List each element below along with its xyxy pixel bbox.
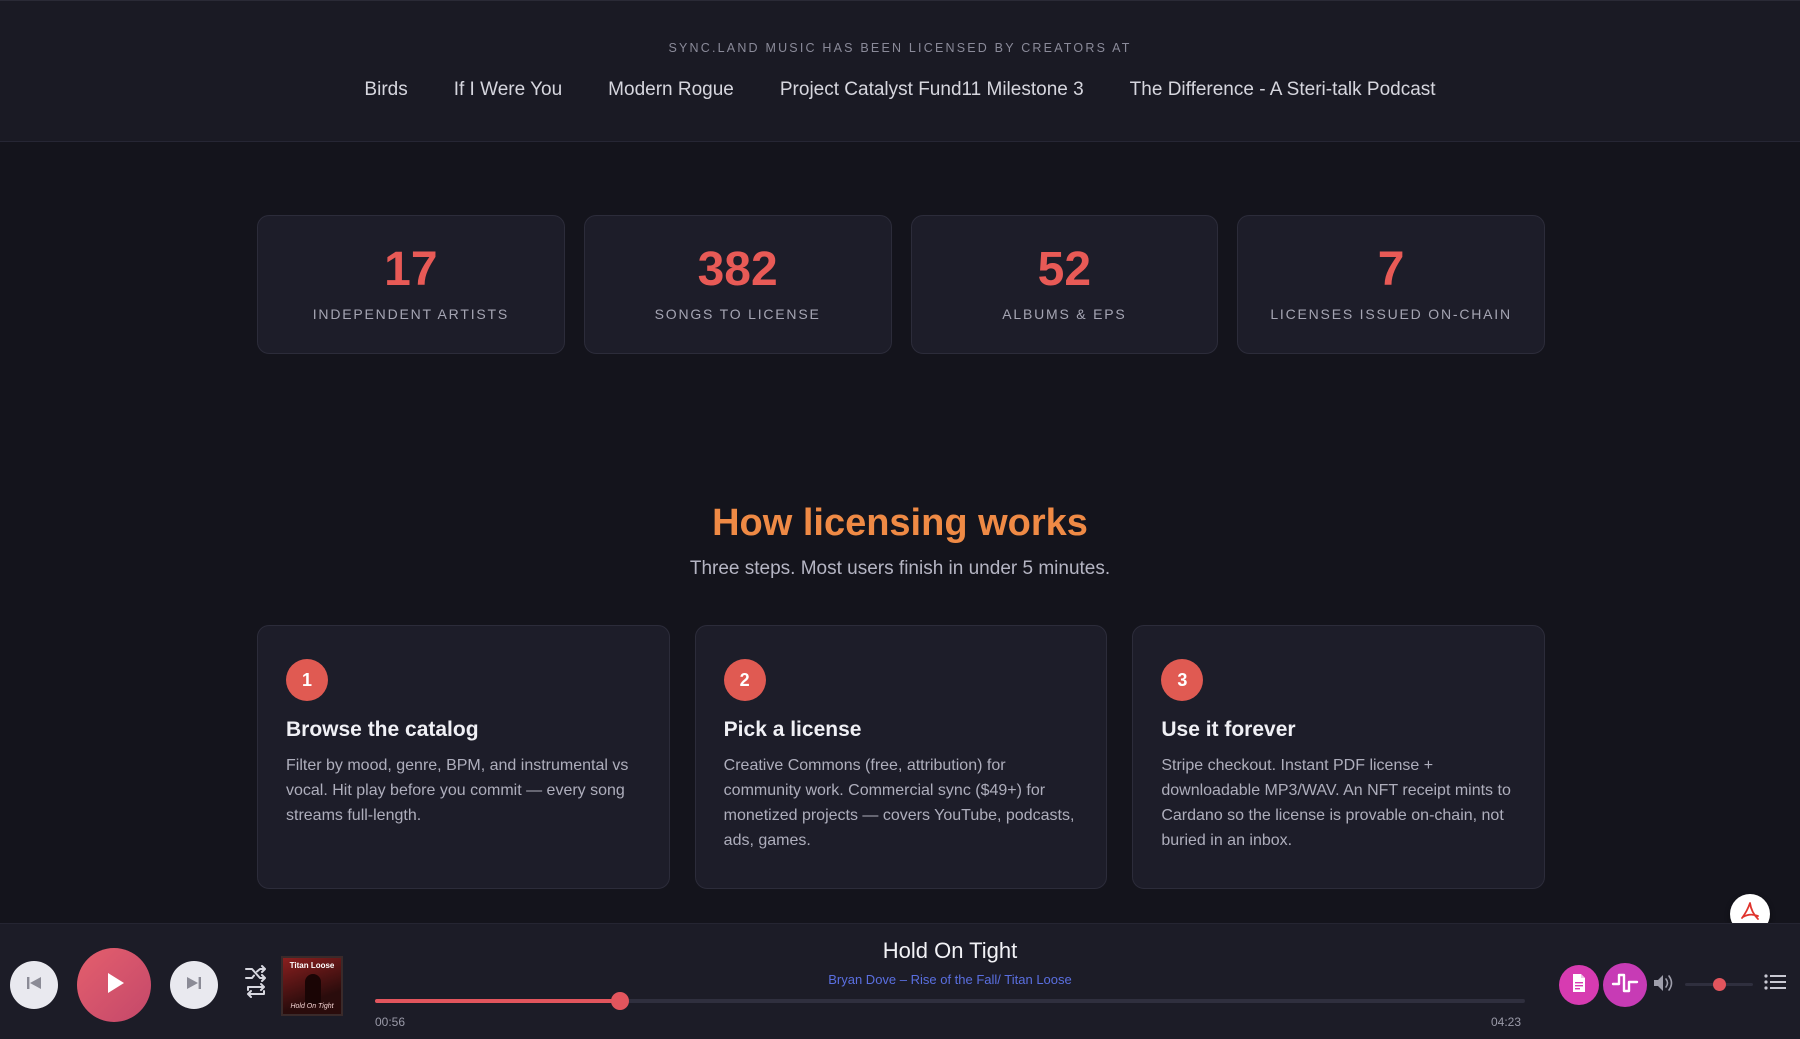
queue-list-icon <box>1763 971 1787 998</box>
previous-track-button[interactable] <box>10 961 58 1009</box>
cover-figure <box>305 974 321 1004</box>
stat-card-artists: 17 INDEPENDENT ARTISTS <box>257 215 565 354</box>
licensed-by-item[interactable]: Birds <box>364 79 407 101</box>
shuffle-repeat-icon <box>243 964 269 1005</box>
document-icon <box>1570 973 1588 998</box>
elapsed-time: 00:56 <box>375 1015 406 1029</box>
licensed-by-list: Birds If I Were You Modern Rogue Project… <box>0 79 1800 101</box>
shuffle-repeat-button[interactable] <box>240 964 272 1004</box>
how-licensing-subtitle: Three steps. Most users finish in under … <box>689 558 1111 579</box>
stat-card-licenses: 7 LICENSES ISSUED ON-CHAIN <box>1237 215 1545 354</box>
queue-button[interactable] <box>1761 970 1789 998</box>
step-card-license: 2 Pick a license Creative Commons (free,… <box>694 625 1108 889</box>
stat-label: SONGS TO LICENSE <box>654 306 821 322</box>
step-card-use: 3 Use it forever Stripe checkout. Instan… <box>1132 625 1546 889</box>
stat-label: ALBUMS & EPS <box>1002 306 1127 322</box>
play-button[interactable] <box>77 948 151 1022</box>
step-number-badge: 3 <box>1161 659 1204 701</box>
cover-subtitle: Hold On Tight <box>290 1003 334 1010</box>
progress-bar[interactable] <box>375 992 1525 1010</box>
skip-next-icon <box>184 973 204 998</box>
stats-row: 17 INDEPENDENT ARTISTS 382 SONGS TO LICE… <box>257 215 1545 354</box>
track-artist-album-link[interactable]: Bryan Dove – Rise of the Fall/ Titan Loo… <box>375 972 1525 987</box>
waveform-button[interactable] <box>1603 963 1647 1007</box>
licensed-by-item[interactable]: If I Were You <box>454 79 562 101</box>
total-time: 04:23 <box>1491 1015 1522 1029</box>
licensed-by-item[interactable]: Modern Rogue <box>608 79 734 101</box>
album-cover[interactable]: Titan Loose Hold On Tight <box>281 956 343 1016</box>
next-track-button[interactable] <box>170 961 218 1009</box>
step-card-browse: 1 Browse the catalog Filter by mood, gen… <box>257 625 670 889</box>
track-info: Hold On Tight Bryan Dove – Rise of the F… <box>375 938 1525 987</box>
licensed-by-item[interactable]: The Difference - A Steri-talk Podcast <box>1130 79 1436 101</box>
track-title: Hold On Tight <box>882 938 1018 963</box>
volume-button[interactable] <box>1651 970 1677 1000</box>
stat-value: 17 <box>384 243 438 296</box>
skip-previous-icon <box>24 973 44 998</box>
stat-label: LICENSES ISSUED ON-CHAIN <box>1270 306 1512 322</box>
licensed-by-caption: SYNC.LAND MUSIC HAS BEEN LICENSED BY CRE… <box>668 41 1132 55</box>
stat-value: 382 <box>697 243 778 296</box>
waveform-icon <box>1611 972 1639 999</box>
license-button[interactable] <box>1559 965 1599 1005</box>
licensed-by-item[interactable]: Project Catalyst Fund11 Milestone 3 <box>780 79 1084 101</box>
play-icon <box>101 970 127 1001</box>
stat-card-songs: 382 SONGS TO LICENSE <box>583 215 892 354</box>
steps-row: 1 Browse the catalog Filter by mood, gen… <box>257 625 1546 889</box>
stat-card-albums: 52 ALBUMS & EPS <box>910 215 1219 354</box>
step-title: Pick a license <box>723 718 862 741</box>
progress-fill <box>375 999 620 1003</box>
volume-icon <box>1652 972 1676 999</box>
step-description: Creative Commons (free, attribution) for… <box>723 757 1075 849</box>
step-description: Filter by mood, genre, BPM, and instrume… <box>286 757 629 824</box>
step-title: Browse the catalog <box>286 718 479 741</box>
stat-label: INDEPENDENT ARTISTS <box>312 306 510 322</box>
volume-handle[interactable] <box>1713 978 1726 991</box>
step-number-badge: 1 <box>286 659 328 701</box>
licensed-by-band: SYNC.LAND MUSIC HAS BEEN LICENSED BY CRE… <box>0 0 1800 142</box>
cover-title: Titan Loose <box>289 961 335 970</box>
audio-player-bar: Titan Loose Hold On Tight Hold On Tight … <box>0 923 1800 1039</box>
stat-value: 52 <box>1037 243 1092 296</box>
progress-handle[interactable] <box>610 992 629 1010</box>
step-description: Stripe checkout. Instant PDF license + d… <box>1161 757 1511 849</box>
stat-value: 7 <box>1377 243 1405 296</box>
step-number-badge: 2 <box>723 659 766 701</box>
how-licensing-title: How licensing works <box>712 502 1088 544</box>
volume-slider[interactable] <box>1685 978 1753 991</box>
step-title: Use it forever <box>1161 718 1296 741</box>
